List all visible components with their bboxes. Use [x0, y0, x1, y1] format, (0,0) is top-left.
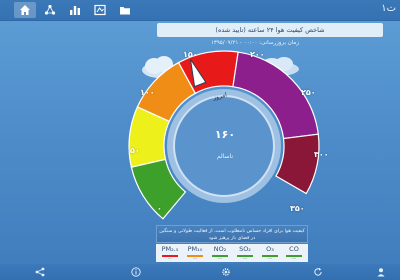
gauge-tick-label: ۳۰۰: [314, 150, 329, 159]
gauge-tick-label: ۵۰: [130, 146, 140, 155]
pollutant-item[interactable]: O₃ ---: [258, 245, 282, 261]
pollutant-name: PM₁₀: [187, 245, 203, 253]
pollutant-strip: PM₂.₅ --- PM₁₀ --- NO₂ --- SO₂ --- O₃ --…: [156, 244, 308, 262]
pollutant-value: ---: [217, 256, 223, 261]
pollutant-value: ---: [291, 256, 297, 261]
pollutant-item[interactable]: PM₁₀ ---: [183, 245, 207, 261]
pollutant-item[interactable]: PM₂.₅ ---: [158, 245, 182, 261]
gauge-tick-label: ۱۰۰: [140, 88, 155, 97]
pollutant-name: CO: [289, 245, 299, 253]
pollutant-item[interactable]: NO₂ ---: [208, 245, 232, 261]
pollutant-value: ---: [192, 256, 198, 261]
pollutant-name: PM₂.₅: [161, 245, 179, 253]
pollutant-value: ---: [267, 256, 273, 261]
gauge-center-disc: [173, 95, 275, 197]
gauge-tick-label: ۲۵۰: [301, 88, 316, 97]
gauge-tick-label: ۰: [157, 204, 162, 213]
gauge-segment: [275, 133, 320, 195]
user-icon[interactable]: [376, 267, 386, 277]
share-icon[interactable]: [35, 267, 45, 277]
pollutant-name: O₃: [266, 245, 274, 253]
settings-icon[interactable]: [221, 267, 231, 277]
gauge-tick-label: ۳۵۰: [290, 204, 305, 213]
refresh-icon[interactable]: [313, 267, 323, 277]
pollutant-item[interactable]: SO₂ ---: [233, 245, 257, 261]
health-advice: کیفیت هوا برای افراد حساس نامطلوب است، ا…: [156, 225, 308, 243]
aqi-value: ۱۶۰: [214, 128, 236, 141]
pollutant-name: NO₂: [213, 245, 227, 253]
gauge-tick-label: ۱۵۰: [183, 50, 198, 59]
aqi-status: ناسالم: [216, 153, 234, 160]
pollutant-item[interactable]: CO ---: [282, 245, 306, 261]
pollutant-value: ---: [167, 256, 173, 261]
bottom-toolbar: [0, 264, 400, 280]
info-icon[interactable]: [131, 267, 141, 277]
pollutant-value: ---: [242, 256, 248, 261]
gauge-tick-label: ۲۰۰: [250, 50, 265, 59]
pollutant-name: SO₂: [239, 245, 251, 253]
